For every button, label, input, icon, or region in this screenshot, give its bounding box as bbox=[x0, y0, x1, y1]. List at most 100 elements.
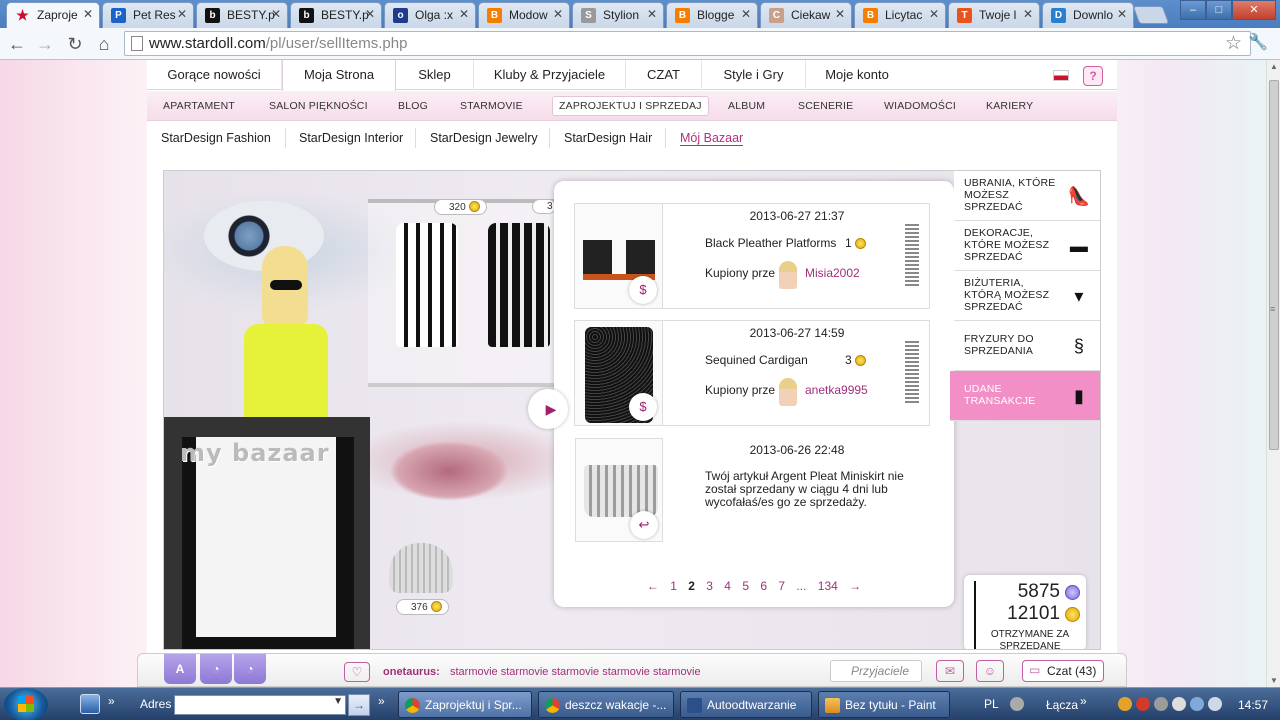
mail-icon[interactable]: ✉ bbox=[936, 660, 964, 682]
tab-pet-res[interactable]: P Pet Res ✕ bbox=[102, 2, 194, 28]
tray-icon[interactable] bbox=[1172, 697, 1186, 711]
tab-stardesign-hair[interactable]: StarDesign Hair bbox=[564, 131, 652, 145]
tab-besty-1[interactable]: b BESTY.p ✕ bbox=[196, 2, 288, 28]
tab-stardesign-interior[interactable]: StarDesign Interior bbox=[299, 131, 403, 145]
tab-modow[interactable]: B Modow ✕ bbox=[478, 2, 570, 28]
nav-sklep[interactable]: Sklep bbox=[396, 60, 474, 90]
tab-close-icon[interactable]: ✕ bbox=[835, 7, 845, 21]
taskbar-chrome-deszcz[interactable]: deszcz wakacje -... bbox=[538, 691, 674, 718]
tab-twoje[interactable]: T Twoje l ✕ bbox=[948, 2, 1040, 28]
clock[interactable]: 14:57 bbox=[1238, 698, 1268, 712]
scroll-thumb[interactable] bbox=[1269, 80, 1279, 450]
next-page-arrow[interactable]: → bbox=[849, 579, 861, 593]
network-icon[interactable] bbox=[1190, 697, 1204, 711]
bookmark-star-icon[interactable]: ☆ bbox=[1225, 32, 1242, 55]
subnav-zaprojektuj[interactable]: ZAPROJEKTUJ I SPRZEDAJ bbox=[552, 96, 709, 116]
dressup-button[interactable]: ◔ bbox=[200, 654, 232, 684]
menu-bizuteria[interactable]: BIŻUTERIA, KTÓRĄ MOŻESZ SPRZEDAĆ ▾ bbox=[954, 271, 1100, 321]
tab-close-icon[interactable]: ✕ bbox=[929, 7, 939, 21]
page-link[interactable]: 6 bbox=[760, 579, 767, 593]
back-arrow-icon[interactable]: ← bbox=[6, 33, 28, 55]
subnav-blog[interactable]: BLOG bbox=[398, 100, 428, 112]
page-link[interactable]: 5 bbox=[742, 579, 749, 593]
language-indicator[interactable]: PL bbox=[984, 697, 999, 711]
scroll-up-icon[interactable]: ▲ bbox=[1270, 62, 1278, 71]
links-toolbar-label[interactable]: Łącza bbox=[1046, 698, 1078, 712]
tab-ciekaw[interactable]: C Ciekaw ✕ bbox=[760, 2, 852, 28]
menu-fryzury[interactable]: FRYZURY DO SPRZEDANIA § bbox=[954, 321, 1100, 371]
volume-icon[interactable] bbox=[1208, 697, 1222, 711]
dropdown-arrow-icon[interactable]: ▼ bbox=[333, 696, 343, 707]
poland-flag-icon[interactable] bbox=[1053, 70, 1069, 81]
tab-close-icon[interactable]: ✕ bbox=[177, 7, 187, 21]
subnav-starmovie[interactable]: STARMOVIE bbox=[460, 100, 523, 112]
buyer-link[interactable]: anetka9995 bbox=[805, 383, 868, 397]
start-button[interactable] bbox=[4, 688, 48, 720]
tab-close-icon[interactable]: ✕ bbox=[647, 7, 657, 21]
tab-close-icon[interactable]: ✕ bbox=[741, 7, 751, 21]
nav-czat[interactable]: CZAT bbox=[626, 60, 702, 90]
subnav-scenerie[interactable]: SCENERIE bbox=[798, 100, 853, 112]
tray-icon[interactable] bbox=[1154, 697, 1168, 711]
taskbar-paint[interactable]: Bez tytułu - Paint bbox=[818, 691, 950, 718]
home-icon[interactable]: ⌂ bbox=[93, 33, 115, 55]
tab-stardesign-jewelry[interactable]: StarDesign Jewelry bbox=[430, 131, 538, 145]
tab-close-icon[interactable]: ✕ bbox=[271, 7, 281, 21]
scroll-down-icon[interactable]: ▼ bbox=[1270, 676, 1278, 685]
tab-olga[interactable]: o Olga :x ✕ bbox=[384, 2, 476, 28]
tab-close-icon[interactable]: ✕ bbox=[1023, 7, 1033, 21]
tulle-skirt-item[interactable] bbox=[389, 543, 453, 593]
menu-ubrania[interactable]: UBRANIA, KTÓRE MOŻESZ SPRZEDAĆ 👠 bbox=[954, 171, 1100, 221]
subnav-wiadomosci[interactable]: WIADOMOŚCI bbox=[884, 100, 956, 112]
subnav-salon[interactable]: SALON PIĘKNOŚCI bbox=[269, 100, 368, 112]
prev-page-arrow[interactable]: ← bbox=[647, 579, 659, 593]
tab-zaprojektuj[interactable]: ★ Zaproje ✕ bbox=[6, 2, 100, 28]
reload-icon[interactable]: ↻ bbox=[64, 33, 86, 55]
address-bar[interactable]: www.stardoll.com/pl/user/sellItems.php ☆ bbox=[124, 31, 1251, 56]
tab-download[interactable]: D Downlo ✕ bbox=[1042, 2, 1134, 28]
address-toolbar-input[interactable]: ▼ bbox=[174, 695, 346, 715]
forward-arrow-icon[interactable]: → bbox=[34, 33, 56, 55]
nav-kluby[interactable]: Kluby & Przyjaciele bbox=[474, 60, 626, 90]
tab-close-icon[interactable]: ✕ bbox=[365, 7, 375, 21]
page-link[interactable]: 4 bbox=[724, 579, 731, 593]
subnav-album[interactable]: ALBUM bbox=[728, 100, 765, 112]
tab-close-icon[interactable]: ✕ bbox=[553, 7, 563, 21]
friends-button[interactable]: Przyjaciele bbox=[830, 660, 922, 682]
stardoll-logo-button[interactable]: A bbox=[164, 654, 196, 684]
minimize-button[interactable]: – bbox=[1180, 0, 1206, 20]
page-link[interactable]: 3 bbox=[706, 579, 713, 593]
chevron-icon[interactable]: » bbox=[108, 694, 115, 708]
nav-moje-konto[interactable]: Moje konto bbox=[806, 60, 908, 90]
tab-stylion[interactable]: S Stylion ✕ bbox=[572, 2, 664, 28]
tab-blogger[interactable]: B Blogge ✕ bbox=[666, 2, 758, 28]
menu-dekoracje[interactable]: DEKORACJE, KTÓRE MOŻESZ SPRZEDAĆ ▬ bbox=[954, 221, 1100, 271]
tab-close-icon[interactable]: ✕ bbox=[459, 7, 469, 21]
page-link[interactable]: 134 bbox=[818, 579, 838, 593]
white-tshirt-item[interactable] bbox=[396, 223, 458, 347]
tray-icon[interactable] bbox=[1010, 697, 1024, 711]
smiley-icon[interactable]: ☺ bbox=[976, 660, 1004, 682]
subnav-apartament[interactable]: APARTAMENT bbox=[163, 100, 235, 112]
tab-close-icon[interactable]: ✕ bbox=[83, 7, 93, 21]
suite-button[interactable]: ◔ bbox=[234, 654, 266, 684]
tab-close-icon[interactable]: ✕ bbox=[1117, 7, 1127, 21]
taskbar-autoplay[interactable]: Autoodtwarzanie bbox=[680, 691, 812, 718]
nav-gorace-nowosci[interactable]: Gorące nowości bbox=[147, 60, 282, 90]
tab-besty-2[interactable]: b BESTY.p ✕ bbox=[290, 2, 382, 28]
buyer-link[interactable]: Misia2002 bbox=[805, 266, 860, 280]
show-desktop-icon[interactable] bbox=[80, 694, 100, 714]
help-button[interactable]: ? bbox=[1083, 66, 1103, 86]
tab-stardesign-fashion[interactable]: StarDesign Fashion bbox=[161, 131, 271, 145]
go-arrow-icon[interactable]: → bbox=[348, 694, 370, 716]
close-window-button[interactable]: ✕ bbox=[1232, 0, 1276, 20]
nav-style-i-gry[interactable]: Style i Gry bbox=[702, 60, 806, 90]
tray-icon[interactable] bbox=[1118, 697, 1132, 711]
collapse-panel-arrow-icon[interactable]: ▶ bbox=[528, 389, 568, 429]
receipt-icon[interactable]: $ bbox=[629, 276, 657, 304]
tray-icon[interactable] bbox=[1136, 697, 1150, 711]
new-tab-button[interactable] bbox=[1132, 6, 1170, 24]
maximize-button[interactable]: □ bbox=[1206, 0, 1232, 20]
page-link[interactable]: 7 bbox=[778, 579, 785, 593]
chat-button[interactable]: ▭ Czat (43) bbox=[1022, 660, 1104, 682]
